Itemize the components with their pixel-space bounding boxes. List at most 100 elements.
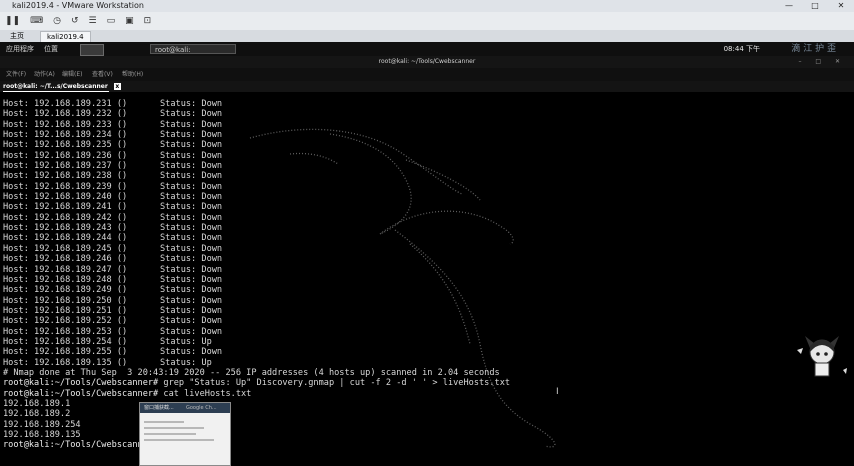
live-host-line: 192.168.189.135 — [3, 430, 81, 440]
applications-menu[interactable]: 应用程序 — [6, 42, 34, 56]
host-status: Status: Down — [160, 161, 223, 172]
command-line: root@kali:~/Tools/Cwebscanner# cat liveH… — [3, 389, 510, 399]
host-status-line: Host: 192.168.189.247 () Status: Down — [3, 265, 510, 275]
anime-mascot-icon — [797, 336, 847, 377]
host-status-line: Host: 192.168.189.240 () Status: Down — [3, 192, 510, 202]
command-text: grep "Status: Up" Discovery.gnmap | cut … — [158, 378, 511, 389]
host-status-line: Host: 192.168.189.233 () Status: Down — [3, 120, 510, 130]
host-status-line: Host: 192.168.189.248 () Status: Down — [3, 275, 510, 285]
close-icon[interactable]: x — [113, 83, 121, 90]
unity-icon[interactable]: ▣ — [120, 16, 139, 26]
taskbar-terminal-button[interactable]: root@kali: ~/Tools/Cweb... — [150, 44, 236, 64]
view-icon[interactable]: ⊡ — [139, 16, 157, 26]
host-status: Status: Down — [160, 316, 223, 327]
host-status-line: Host: 192.168.189.234 () Status: Down — [3, 130, 510, 140]
host-address: Host: 192.168.189.235 () — [3, 140, 128, 151]
host-address: Host: 192.168.189.252 () — [3, 316, 128, 327]
fullscreen-icon[interactable]: ▭ — [102, 16, 121, 26]
host-status: Status: Down — [160, 181, 223, 192]
popup-header: 窗口捕获截... Google Ch... — [140, 403, 230, 413]
host-status-line: Host: 192.168.189.241 () Status: Down — [3, 202, 510, 212]
host-address: Host: 192.168.189.244 () — [3, 233, 128, 244]
terminal-tab-label: root@kali: ~/T...s/Cwebscanner — [3, 83, 108, 90]
host-address: Host: 192.168.189.232 () — [3, 109, 128, 120]
host-address: Host: 192.168.189.237 () — [3, 161, 128, 172]
terminal-titlebar: root@kali: ~/Tools/Cwebscanner – □ ✕ — [0, 56, 854, 68]
clock: 08:44 下午 — [723, 45, 760, 53]
watermark-logo: 滴 江 护 歪 — [791, 44, 836, 54]
host-status: Status: Down — [160, 99, 223, 109]
menu-help[interactable]: 帮助(H) — [122, 68, 143, 81]
host-status: Status: Down — [160, 119, 223, 130]
terminal-title: root@kali: ~/Tools/Cwebscanner — [378, 58, 476, 65]
host-status-line: Host: 192.168.189.244 () Status: Down — [3, 233, 510, 243]
host-status-line: Host: 192.168.189.236 () Status: Down — [3, 151, 510, 161]
restore-icon[interactable]: ↺ — [66, 16, 84, 26]
host-status-line: Host: 192.168.189.251 () Status: Down — [3, 306, 510, 316]
tab-home[interactable]: 主页 — [4, 31, 30, 42]
menu-view[interactable]: 查看(V) — [92, 68, 113, 81]
vmware-toolbar: ❚❚ ⌨ ◷ ↺ ☰ ▭ ▣ ⊡ — [0, 12, 854, 31]
kali-top-panel: 应用程序 位置 root@kali: ~/Tools/Cweb... 08:44… — [0, 42, 854, 64]
menu-file[interactable]: 文件(F) — [6, 68, 26, 81]
shell-prompt: root@kali:~/Tools/Cwebscanne — [3, 440, 148, 451]
host-address: Host: 192.168.189.247 () — [3, 264, 128, 275]
text-cursor-icon: I — [556, 387, 559, 397]
host-status-line: Host: 192.168.189.254 () Status: Up — [3, 337, 510, 347]
host-address: Host: 192.168.189.242 () — [3, 212, 128, 223]
host-address: Host: 192.168.189.254 () — [3, 336, 128, 347]
host-status: Status: Down — [160, 233, 223, 244]
host-status-line: Host: 192.168.189.246 () Status: Down — [3, 254, 510, 264]
host-address: Host: 192.168.189.239 () — [3, 181, 128, 192]
host-address: Host: 192.168.189.248 () — [3, 274, 128, 285]
host-status: Status: Down — [160, 264, 223, 275]
host-status: Status: Down — [160, 150, 223, 161]
menu-edit[interactable]: 编辑(E) — [62, 68, 82, 81]
minimize-button[interactable]: — — [776, 0, 802, 12]
popup-app: Google Ch... — [186, 405, 217, 411]
host-address: Host: 192.168.189.135 () — [3, 357, 128, 368]
maximize-button[interactable]: □ — [802, 0, 828, 12]
host-status: Status: Down — [160, 347, 223, 358]
terminal-window-controls[interactable]: – □ ✕ — [798, 56, 846, 68]
host-address: Host: 192.168.189.233 () — [3, 119, 128, 130]
terminal-tab[interactable]: root@kali: ~/T...s/Cwebscanner x — [3, 82, 121, 91]
window-title: kali2019.4 - VMware Workstation — [12, 1, 144, 10]
host-status: Status: Up — [160, 336, 212, 347]
terminal-output[interactable]: Host: 192.168.189.231 () Status: Down Host… — [0, 94, 820, 466]
terminal-menubar: 文件(F) 动作(A) 编辑(E) 查看(V) 帮助(H) — [0, 68, 854, 81]
host-status-line: Host: 192.168.189.239 () Status: Down — [3, 182, 510, 192]
pause-icon[interactable]: ❚❚ — [0, 16, 25, 26]
shell-prompt: root@kali:~/Tools/Cwebscanner# — [3, 388, 159, 399]
host-status-line: Host: 192.168.189.135 () Status: Up — [3, 358, 510, 368]
send-keys-icon[interactable]: ⌨ — [25, 16, 48, 26]
close-button[interactable]: ✕ — [828, 0, 854, 12]
host-status-line: Host: 192.168.189.252 () Status: Down — [3, 316, 510, 326]
menu-actions[interactable]: 动作(A) — [34, 68, 55, 81]
host-status-line: Host: 192.168.189.255 () Status: Down — [3, 347, 510, 357]
host-status-line: Host: 192.168.189.253 () Status: Down — [3, 327, 510, 337]
host-address: Host: 192.168.189.243 () — [3, 223, 128, 234]
host-status: Status: Down — [160, 285, 223, 296]
host-status: Status: Down — [160, 140, 223, 151]
snapshot-icon[interactable]: ◷ — [48, 16, 66, 26]
nmap-done-line: # Nmap done at Thu Sep 3 20:43:19 2020 -… — [3, 367, 500, 378]
taskbar-preview-popup[interactable]: 窗口捕获截... Google Ch... — [139, 402, 231, 466]
command-text: cat liveHosts.txt — [158, 388, 252, 399]
places-menu[interactable]: 位置 — [44, 42, 58, 56]
live-host-line: 192.168.189.254 — [3, 419, 81, 430]
host-status: Status: Down — [160, 243, 223, 254]
popup-title: 窗口捕获截... — [144, 405, 174, 411]
desktop-window-icon[interactable] — [80, 44, 104, 56]
host-address: Host: 192.168.189.246 () — [3, 254, 128, 265]
host-status-line: Host: 192.168.189.238 () Status: Down — [3, 171, 510, 181]
terminal-lines: Host: 192.168.189.231 () Status: Down Host… — [3, 99, 510, 451]
host-status-line: Host: 192.168.189.250 () Status: Down — [3, 296, 510, 306]
host-address: Host: 192.168.189.255 () — [3, 347, 128, 358]
manage-icon[interactable]: ☰ — [84, 16, 102, 26]
host-status: Status: Down — [160, 326, 223, 337]
host-status-line: Host: 192.168.189.231 () Status: Down — [3, 99, 510, 109]
terminal-tabbar: root@kali: ~/T...s/Cwebscanner x — [0, 81, 854, 92]
host-address: Host: 192.168.189.245 () — [3, 243, 128, 254]
host-status-line: Host: 192.168.189.243 () Status: Down — [3, 223, 510, 233]
